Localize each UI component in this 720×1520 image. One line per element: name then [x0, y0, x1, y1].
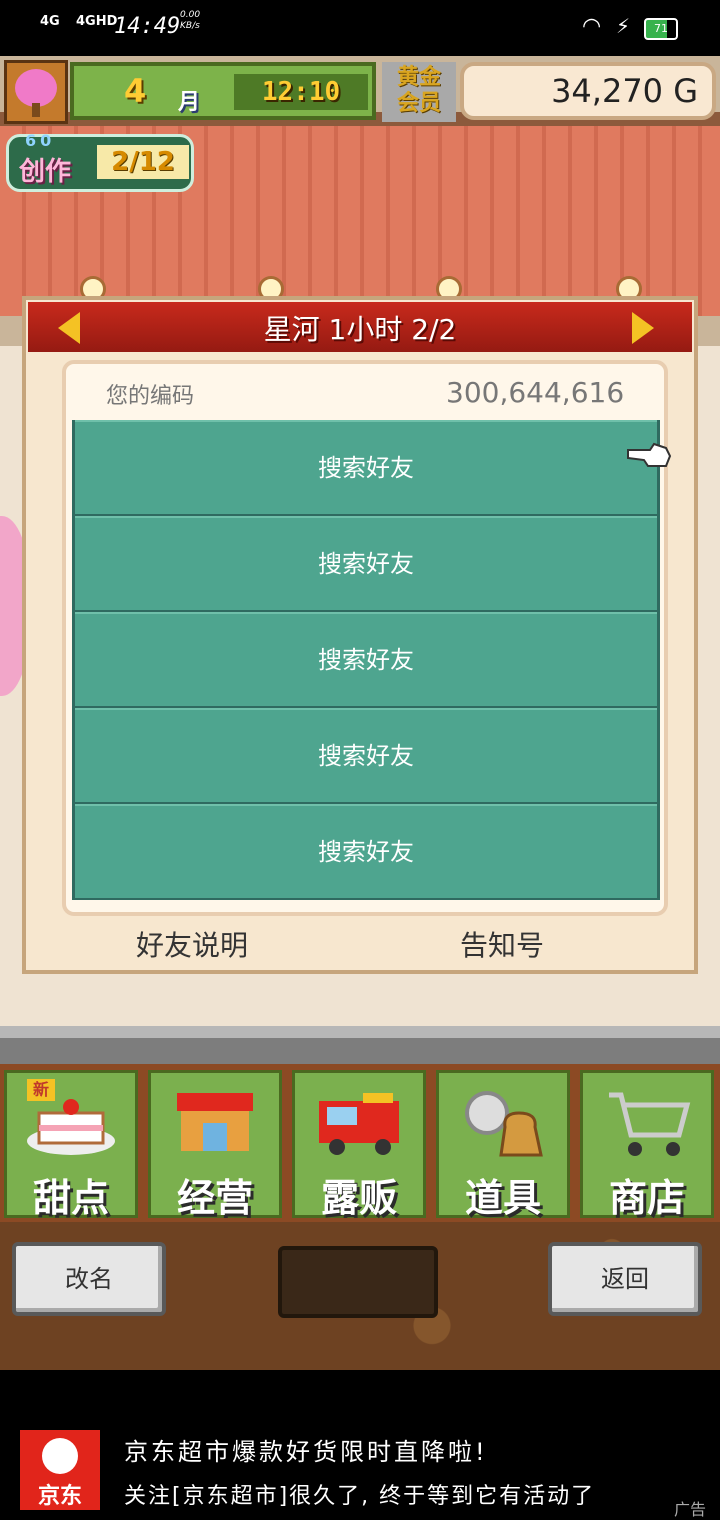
clock-time: 14:49	[114, 14, 181, 39]
tree-trunk-icon	[32, 103, 40, 117]
menu-street-stall[interactable]: 露贩	[292, 1070, 426, 1220]
back-button[interactable]: 返回	[548, 1242, 702, 1316]
net-speed: 0.00 KB/s	[180, 10, 200, 32]
bottom-panel: 改名 返回	[0, 1222, 720, 1370]
month-number: 4	[124, 72, 147, 110]
menu-items[interactable]: 道具	[436, 1070, 570, 1220]
create-badge[interactable]: 60 创作 2/12	[6, 131, 194, 192]
ad-headline: 京东超市爆款好货限时直降啦!	[124, 1438, 488, 1466]
share-id-link[interactable]: 告知号	[460, 924, 544, 964]
new-badge: 新	[27, 1079, 55, 1101]
rename-button[interactable]: 改名	[12, 1242, 166, 1316]
main-menu: 新 甜点 经营 露贩 道具 商店	[0, 1064, 720, 1222]
net-speed-value: 0.00	[180, 10, 201, 20]
food-truck-icon	[319, 1093, 399, 1155]
menu-label: 经营	[176, 1176, 253, 1220]
date-panel: 4 月 12:10	[70, 62, 376, 120]
code-value: 300,644,616	[446, 376, 625, 409]
gold-member-badge[interactable]: 黄金 会员	[382, 62, 456, 122]
menu-label: 道具	[464, 1176, 541, 1220]
jd-logo: 京东	[20, 1430, 100, 1510]
battery-icon: 71	[644, 18, 678, 40]
month-label: 月	[178, 90, 201, 115]
menu-store[interactable]: 商店	[580, 1070, 714, 1220]
empty-slot	[278, 1246, 438, 1318]
menu-label: 露贩	[320, 1176, 397, 1220]
gear-bag-icon	[465, 1091, 543, 1157]
friend-dialog: 星河 1小时 2/2 您的编码 300,644,616 搜索好友 搜索好友 搜索…	[22, 296, 698, 974]
create-count: 2/12	[97, 145, 189, 179]
create-label: 创作	[19, 157, 72, 187]
ad-subline: 关注[京东超市]很久了, 终于等到它有活动了	[124, 1484, 596, 1509]
shop-icon	[177, 1093, 253, 1151]
code-label: 您的编码	[106, 384, 195, 409]
dialog-title: 星河 1小时 2/2	[263, 313, 457, 346]
ad-banner[interactable]: 京东 京东超市爆款好货限时直降啦! 关注[京东超市]很久了, 终于等到它有活动了…	[0, 1370, 720, 1520]
search-friend-button[interactable]: 搜索好友	[75, 420, 657, 514]
next-arrow-icon[interactable]	[632, 312, 654, 344]
create-level: 60	[25, 131, 56, 150]
money-display: 34,270 G	[460, 62, 716, 120]
menu-label: 商店	[608, 1176, 685, 1220]
menu-dessert[interactable]: 新 甜点	[4, 1070, 138, 1220]
signal-4ghd: 4GHD	[76, 14, 118, 29]
status-bar: 4G 4GHD 14:49 0.00 KB/s ◠ ⚡ 71	[0, 0, 720, 56]
shop-avatar[interactable]	[4, 60, 68, 124]
search-friend-button[interactable]: 搜索好友	[75, 708, 657, 802]
search-friend-button[interactable]: 搜索好友	[75, 516, 657, 610]
blossom-icon	[15, 69, 57, 107]
jd-dog-icon	[42, 1438, 78, 1474]
gold-member-label: 黄金 会员	[396, 65, 441, 116]
search-friend-button[interactable]: 搜索好友	[75, 612, 657, 706]
friend-help-link[interactable]: 好友说明	[136, 924, 248, 964]
ad-tag: 广告	[674, 1500, 707, 1519]
pointer-hand-icon	[627, 442, 672, 467]
menu-manage[interactable]: 经营	[148, 1070, 282, 1220]
menu-label: 甜点	[32, 1176, 109, 1220]
wifi-icon: ◠	[582, 14, 602, 39]
search-friend-button[interactable]: 搜索好友	[75, 804, 657, 898]
net-speed-unit: KB/s	[180, 21, 200, 31]
dialog-inner-panel: 您的编码 300,644,616 搜索好友 搜索好友 搜索好友 搜索好友 搜索好…	[62, 360, 668, 916]
shopping-cart-icon	[609, 1092, 691, 1156]
game-clock: 12:10	[234, 74, 368, 110]
jd-logo-text: 京东	[37, 1484, 82, 1509]
signal-4g: 4G	[40, 14, 60, 29]
dialog-header: 星河 1小时 2/2	[28, 302, 692, 352]
friend-list: 搜索好友 搜索好友 搜索好友 搜索好友 搜索好友	[72, 420, 660, 900]
charging-icon: ⚡	[616, 14, 631, 38]
